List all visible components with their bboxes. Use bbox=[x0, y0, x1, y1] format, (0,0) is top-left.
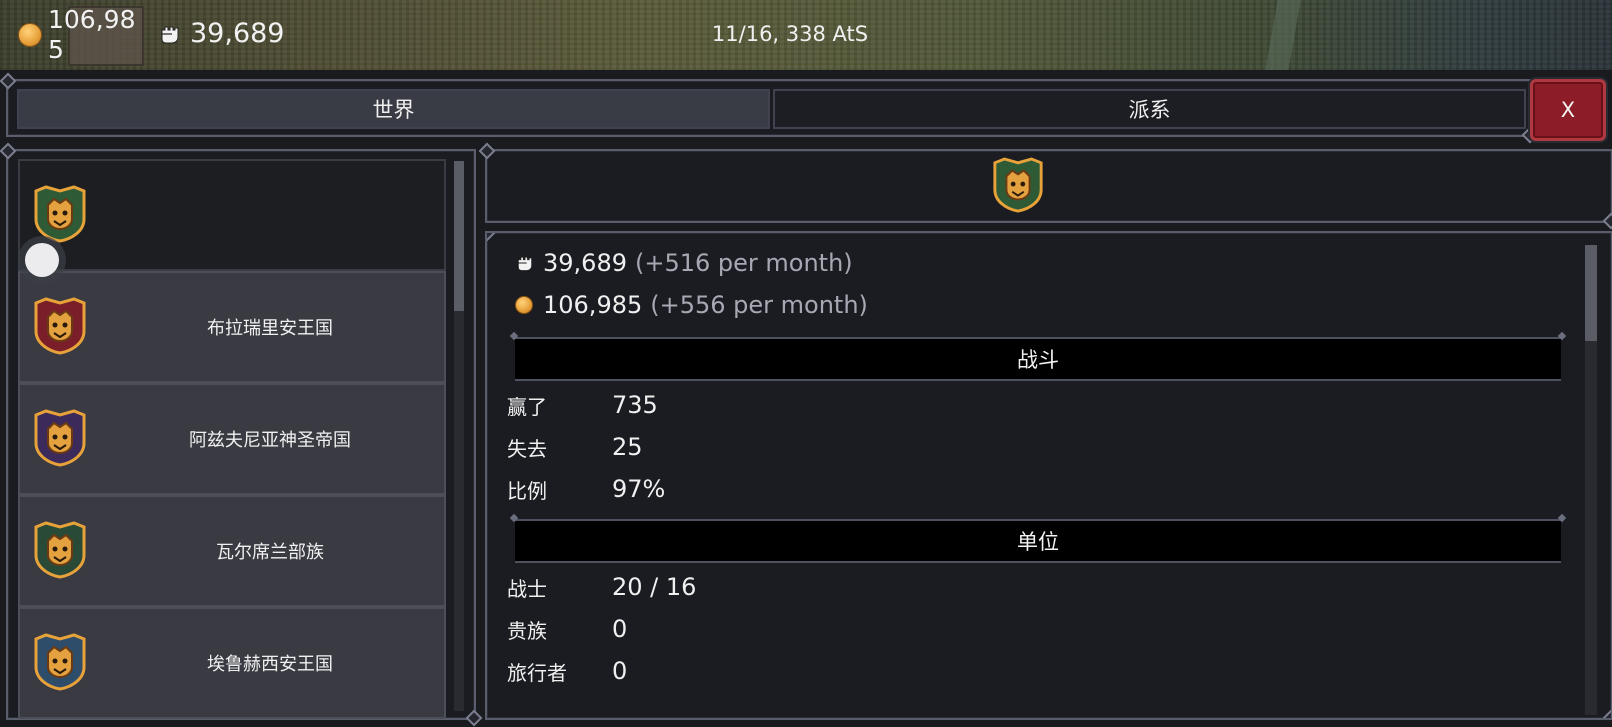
power-value: 39,689 bbox=[543, 249, 627, 277]
stat-value: 25 bbox=[612, 433, 643, 461]
detail-scroll-thumb[interactable] bbox=[1585, 245, 1597, 341]
stat-row-travelers: 旅行者 0 bbox=[507, 653, 627, 689]
stat-value: 20 / 16 bbox=[612, 573, 697, 601]
tab-faction[interactable]: 派系 bbox=[773, 89, 1526, 129]
faction-name: 布拉瑞里安王国 bbox=[207, 318, 333, 339]
faction-name: 埃鲁赫西安王国 bbox=[207, 654, 333, 675]
faction-list-item[interactable]: 瓦尔席兰部族 bbox=[18, 495, 446, 607]
units-section-header: 单位 bbox=[515, 519, 1561, 563]
stat-label: 赢了 bbox=[507, 394, 547, 419]
power-counter: 39,689 bbox=[158, 18, 284, 49]
faction-list: 布拉瑞里安王国 阿兹夫尼亚神圣帝国 瓦尔席兰部族 埃鲁赫西安王国 bbox=[6, 149, 476, 720]
gold-change: (+556 per month) bbox=[650, 291, 868, 319]
stat-row-wins: 赢了 735 bbox=[507, 387, 658, 423]
power-amount: 39,689 bbox=[190, 18, 285, 49]
fist-icon bbox=[515, 253, 535, 273]
purple-hand-crest-icon bbox=[32, 409, 88, 467]
stat-label: 比例 bbox=[507, 478, 547, 503]
faction-name: 阿兹夫尼亚神圣帝国 bbox=[189, 430, 351, 451]
red-boar-crest-icon bbox=[32, 297, 88, 355]
stat-row-ratio: 比例 97% bbox=[507, 471, 665, 507]
stat-label: 贵族 bbox=[507, 618, 547, 643]
stat-value: 0 bbox=[612, 657, 628, 685]
close-button[interactable]: X bbox=[1530, 79, 1606, 141]
blue-boar-crest-icon bbox=[32, 633, 88, 691]
stat-label: 战士 bbox=[507, 576, 547, 601]
green-boar-crest-icon bbox=[32, 185, 88, 243]
list-scrollbar[interactable] bbox=[454, 161, 464, 711]
stat-value: 97% bbox=[612, 475, 666, 503]
stat-row-warriors: 战士 20 / 16 bbox=[507, 569, 696, 605]
faction-list-item[interactable]: 埃鲁赫西安王国 bbox=[18, 607, 446, 719]
game-date: 11/16, 338 AtS bbox=[711, 22, 869, 46]
faction-list-item[interactable]: 布拉瑞里安王国 bbox=[18, 271, 446, 383]
gold-counter: 106,985 bbox=[8, 0, 138, 70]
stat-value: 0 bbox=[612, 615, 628, 643]
detail-scrollbar[interactable] bbox=[1585, 245, 1597, 715]
map-river bbox=[1250, 0, 1330, 70]
fist-icon bbox=[158, 22, 182, 46]
faction-list-item[interactable] bbox=[18, 159, 446, 271]
selected-faction-crest-icon bbox=[991, 157, 1045, 213]
gold-amount: 106,985 bbox=[48, 5, 136, 64]
stat-row-losses: 失去 25 bbox=[507, 429, 643, 465]
stat-row-nobles: 贵族 0 bbox=[507, 611, 627, 647]
list-scroll-thumb[interactable] bbox=[454, 161, 464, 311]
drag-handle[interactable] bbox=[18, 236, 66, 284]
resource-bar: 106,985 39,689 11/16, 338 AtS bbox=[0, 0, 1612, 70]
faction-crest-header bbox=[485, 149, 1612, 223]
faction-list-item[interactable]: 阿兹夫尼亚神圣帝国 bbox=[18, 383, 446, 495]
stat-value: 735 bbox=[612, 391, 658, 419]
power-stat: 39,689 (+516 per month) bbox=[515, 249, 853, 277]
tab-world[interactable]: 世界 bbox=[17, 89, 770, 129]
faction-name: 瓦尔席兰部族 bbox=[216, 542, 324, 563]
gold-stat: 106,985 (+556 per month) bbox=[515, 291, 868, 319]
stat-label: 旅行者 bbox=[507, 660, 567, 685]
gold-coin-icon bbox=[515, 296, 533, 314]
gold-coin-icon bbox=[18, 23, 42, 47]
battle-section-header: 战斗 bbox=[515, 337, 1561, 381]
green-eagle-crest-icon bbox=[32, 521, 88, 579]
stat-label: 失去 bbox=[507, 436, 547, 461]
power-change: (+516 per month) bbox=[634, 249, 853, 277]
faction-detail-panel: 39,689 (+516 per month) 106,985 (+556 pe… bbox=[485, 231, 1612, 720]
gold-value: 106,985 bbox=[543, 291, 643, 319]
drag-handle-dot bbox=[25, 243, 59, 277]
faction-name bbox=[120, 161, 420, 269]
